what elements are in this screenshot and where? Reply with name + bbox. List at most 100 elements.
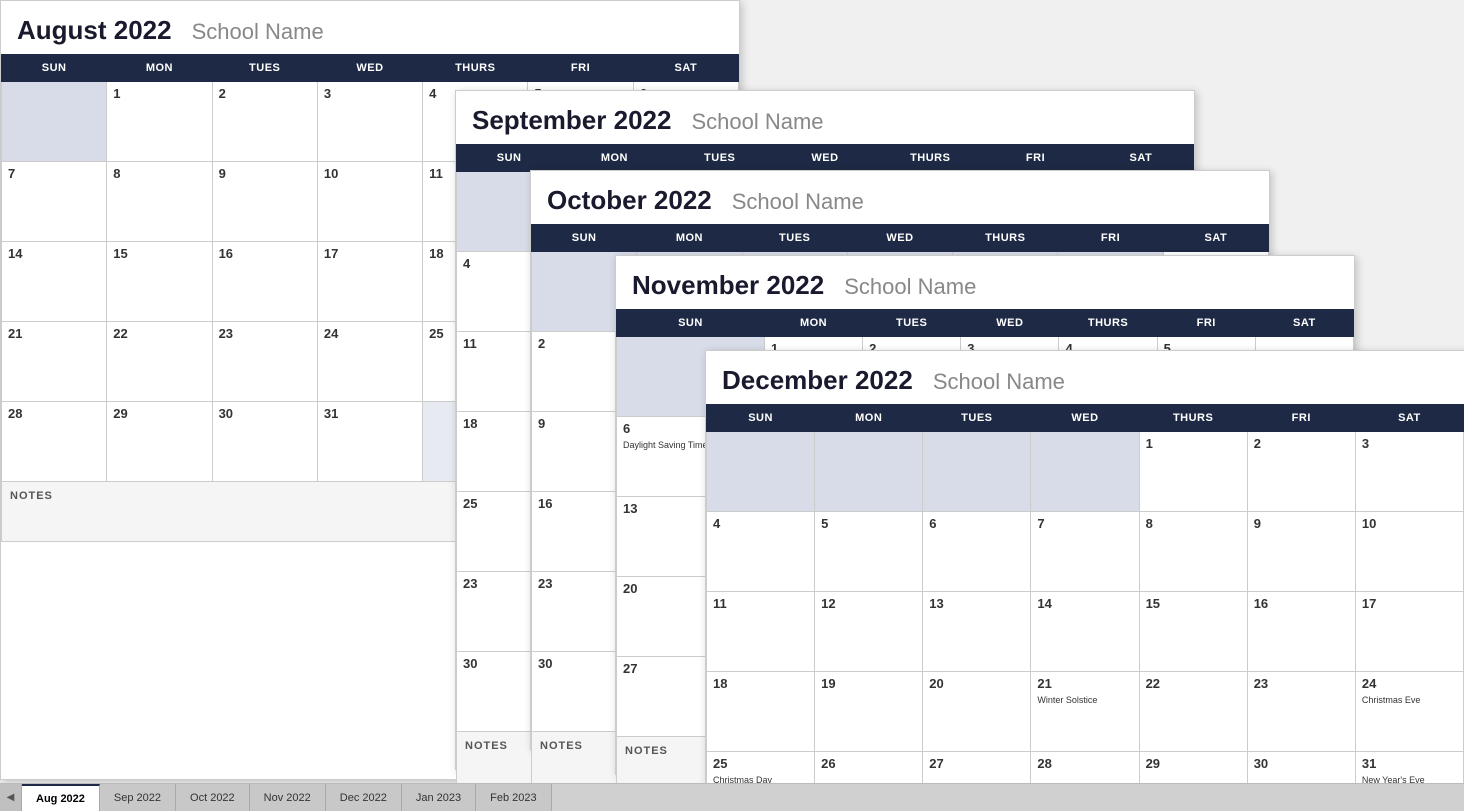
calendar-december: December 2022 School Name SUN MON TUES W… [705, 350, 1464, 805]
oct-col-sat: SAT [1163, 225, 1268, 252]
oct-col-mon: MON [637, 225, 742, 252]
table-row: 19 [815, 672, 923, 752]
table-row: 7 [2, 162, 107, 242]
table-row: 9 [212, 162, 317, 242]
table-row: 2 [1247, 432, 1355, 512]
table-row: 18 [707, 672, 815, 752]
table-row: 24Christmas Eve [1355, 672, 1463, 752]
november-school: School Name [844, 274, 976, 300]
table-row: 20 [923, 672, 1031, 752]
nov-col-mon: MON [764, 310, 862, 337]
table-row: 17 [317, 242, 422, 322]
table-row [2, 82, 107, 162]
table-row: 1 [107, 82, 212, 162]
august-school: School Name [192, 19, 324, 45]
sep-col-sun: SUN [457, 145, 562, 172]
dec-col-sun: SUN [707, 405, 815, 432]
dec-col-tue: TUES [923, 405, 1031, 432]
table-row [1031, 432, 1139, 512]
sep-col-fri: FRI [983, 145, 1088, 172]
tab-jan-2023[interactable]: Jan 2023 [402, 784, 476, 811]
table-row: 8 [1139, 512, 1247, 592]
dec-col-wed: WED [1031, 405, 1139, 432]
september-header: September 2022 School Name [456, 91, 1194, 144]
table-row: 6 [923, 512, 1031, 592]
table-row: 3 [1355, 432, 1463, 512]
tab-aug-2022[interactable]: Aug 2022 [22, 784, 100, 811]
table-row: 11 [707, 592, 815, 672]
table-row: 4 [707, 512, 815, 592]
december-title: December 2022 [722, 365, 913, 396]
december-school: School Name [933, 369, 1065, 395]
oct-col-sun: SUN [532, 225, 637, 252]
aug-col-tue: TUES [212, 55, 317, 82]
spreadsheet-container: August 2022 School Name SUN MON TUES WED… [0, 0, 1464, 811]
dec-col-sat: SAT [1355, 405, 1463, 432]
table-row: 14 [2, 242, 107, 322]
table-row: 7 [1031, 512, 1139, 592]
sep-col-mon: MON [562, 145, 667, 172]
table-row: 24 [317, 322, 422, 402]
sep-col-tue: TUES [667, 145, 772, 172]
october-header: October 2022 School Name [531, 171, 1269, 224]
nov-col-tue: TUES [863, 310, 961, 337]
nov-col-sat: SAT [1255, 310, 1353, 337]
december-grid: SUN MON TUES WED THURS FRI SAT 1 2 [706, 404, 1464, 811]
table-row: 10 [1355, 512, 1463, 592]
sep-col-thu: THURS [878, 145, 983, 172]
table-row: 13 [923, 592, 1031, 672]
table-row: 29 [107, 402, 212, 482]
table-row [707, 432, 815, 512]
table-row: 8 [107, 162, 212, 242]
dec-col-fri: FRI [1247, 405, 1355, 432]
september-school: School Name [691, 109, 823, 135]
tab-feb-2023[interactable]: Feb 2023 [476, 784, 551, 811]
table-row: 3 [317, 82, 422, 162]
table-row: 5 [815, 512, 923, 592]
dec-col-thu: THURS [1139, 405, 1247, 432]
aug-col-fri: FRI [528, 55, 633, 82]
aug-col-sun: SUN [2, 55, 107, 82]
november-header: November 2022 School Name [616, 256, 1354, 309]
table-row [923, 432, 1031, 512]
nov-col-thu: THURS [1059, 310, 1157, 337]
table-row: 31 [317, 402, 422, 482]
tab-prev-button[interactable]: ◀ [0, 784, 22, 811]
october-title: October 2022 [547, 185, 712, 216]
december-header: December 2022 School Name [706, 351, 1464, 404]
september-title: September 2022 [472, 105, 671, 136]
table-row: 17 [1355, 592, 1463, 672]
table-row: 16 [1247, 592, 1355, 672]
sep-col-wed: WED [772, 145, 877, 172]
oct-col-fri: FRI [1058, 225, 1163, 252]
sep-col-sat: SAT [1088, 145, 1193, 172]
table-row: 9 [1247, 512, 1355, 592]
table-row: 22 [107, 322, 212, 402]
table-row: 14 [1031, 592, 1139, 672]
table-row: 2 [212, 82, 317, 162]
table-row: 16 [212, 242, 317, 322]
table-row [815, 432, 923, 512]
table-row: 28 [2, 402, 107, 482]
nov-col-wed: WED [961, 310, 1059, 337]
table-row: 21 [2, 322, 107, 402]
table-row: 15 [1139, 592, 1247, 672]
table-row: 1 [1139, 432, 1247, 512]
tab-nov-2022[interactable]: Nov 2022 [250, 784, 326, 811]
november-title: November 2022 [632, 270, 824, 301]
nov-col-sun: SUN [617, 310, 765, 337]
august-title: August 2022 [17, 15, 172, 46]
table-row: 30 [212, 402, 317, 482]
aug-col-wed: WED [317, 55, 422, 82]
table-row: 23 [1247, 672, 1355, 752]
aug-col-sat: SAT [633, 55, 738, 82]
oct-col-thu: THURS [953, 225, 1058, 252]
tab-oct-2022[interactable]: Oct 2022 [176, 784, 250, 811]
dec-col-mon: MON [815, 405, 923, 432]
tab-bar: ◀ Aug 2022 Sep 2022 Oct 2022 Nov 2022 De… [0, 783, 1464, 811]
table-row: 21Winter Solstice [1031, 672, 1139, 752]
tab-dec-2022[interactable]: Dec 2022 [326, 784, 402, 811]
table-row: 10 [317, 162, 422, 242]
tab-sep-2022[interactable]: Sep 2022 [100, 784, 176, 811]
table-row: 15 [107, 242, 212, 322]
